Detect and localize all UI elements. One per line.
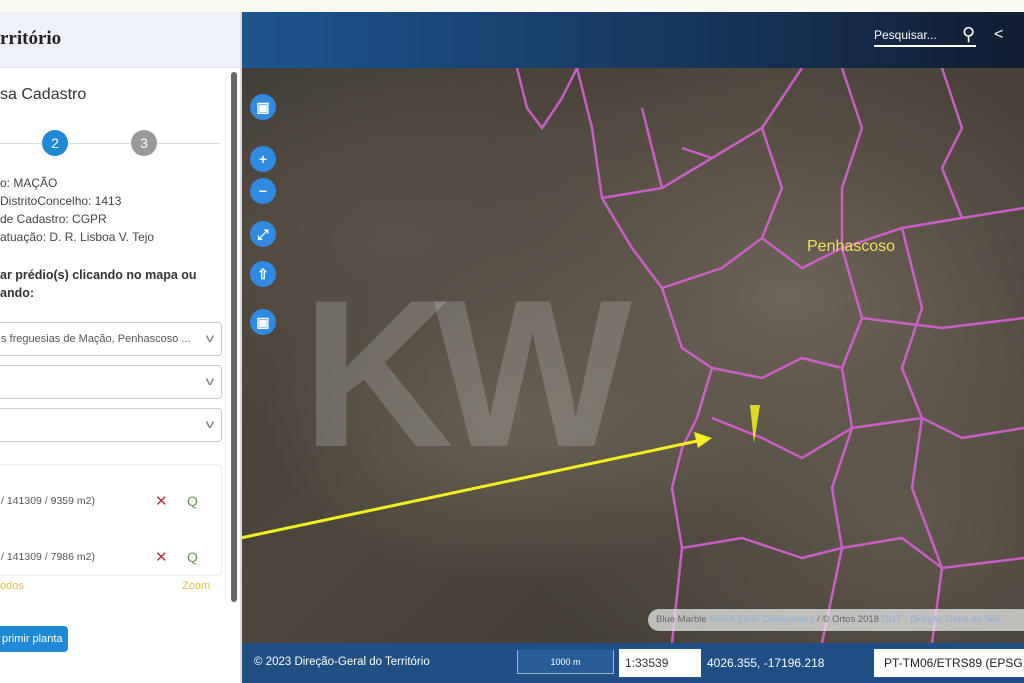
boundary-line	[900, 227, 944, 643]
panel-scrollbar[interactable]	[231, 72, 237, 602]
instruction-line-1: ar prédio(s) clicando no mapa ou	[0, 268, 197, 282]
boundary-line	[711, 356, 843, 380]
zoom-to-icon[interactable]: Q	[187, 493, 198, 509]
boundary-line	[640, 107, 713, 189]
share-icon[interactable]: <	[994, 26, 1003, 44]
boundary-line	[861, 316, 1024, 330]
chevron-down-icon: v	[205, 417, 215, 431]
attribution-link[interactable]: NASA Earth Observatory	[709, 614, 814, 625]
search-icon[interactable]: ⚲	[962, 24, 975, 45]
search-input[interactable]: Pesquisar...	[874, 28, 976, 47]
boundary-line	[681, 536, 1024, 570]
map-footer: © 2023 Direção-Geral do Território 1000 …	[242, 643, 1024, 683]
projection-select[interactable]: PT-TM06/ETRS89 (EPSG:3763)	[874, 649, 1024, 677]
remove-all-link[interactable]: odos	[0, 580, 24, 592]
remove-icon[interactable]: ✕	[155, 492, 168, 510]
cadastro-panel: rritório sa Cadastro 2 3 o: MAÇÃO Distri…	[0, 12, 242, 683]
copyright-text: © 2023 Direção-Geral do Território	[254, 656, 430, 668]
info-distrito-concelho: DistritoConcelho: 1413	[0, 194, 122, 208]
boundary-line	[601, 68, 804, 200]
cursor-coordinates: 4026.355, -17196.218	[707, 656, 825, 670]
instruction-line-2: ando:	[0, 286, 35, 300]
map-attribution: Blue Marble NASA Earth Observatory / © O…	[648, 609, 1024, 631]
attribution-text: Blue Marble	[656, 614, 707, 625]
zoom-in-icon[interactable]: +	[250, 146, 276, 172]
info-concelho: o: MAÇÃO	[0, 176, 58, 190]
zoom-to-icon[interactable]: Q	[187, 549, 198, 565]
stepper-line	[0, 143, 220, 144]
freguesia-select-value: s freguesias de Mação, Penhascoso ...	[1, 333, 191, 345]
upload-icon[interactable]: ⇧	[250, 261, 276, 287]
results-list: / 141309 / 9359 m2) ✕ Q / 141309 / 7986 …	[0, 464, 222, 576]
step-2[interactable]: 2	[42, 130, 68, 156]
secao-select[interactable]: v	[0, 365, 222, 399]
boundary-line	[820, 68, 864, 643]
map-viewer[interactable]: Pesquisar... ⚲ < KW Penhascoso ▣ + − ⤢ ⇧…	[242, 12, 1024, 683]
boundary-line	[515, 68, 579, 131]
zoom-out-icon[interactable]: −	[250, 178, 276, 204]
pointer-arrowhead	[694, 432, 712, 448]
step-3[interactable]: 3	[131, 130, 157, 156]
watermark-logo: KW	[302, 256, 632, 491]
zoom-all-link[interactable]: Zoom	[182, 580, 210, 592]
satellite-imagery[interactable]: KW Penhascoso ▣ + − ⤢ ⇧ ▣	[242, 68, 1024, 643]
chevron-down-icon: v	[205, 374, 215, 388]
section-title: sa Cadastro	[0, 86, 87, 103]
chevron-down-icon: v	[205, 331, 215, 345]
info-cadastro: de Cadastro: CGPR	[0, 212, 107, 226]
panel-header: rritório	[0, 12, 240, 68]
fullscreen-icon[interactable]: ⤢	[250, 221, 276, 247]
scale-ratio-input[interactable]: 1:33539	[619, 649, 701, 677]
panel-header-title: rritório	[0, 28, 62, 49]
browser-top-strip	[0, 0, 1024, 12]
result-item-text: / 141309 / 9359 m2)	[1, 495, 95, 507]
boundary-line	[760, 127, 784, 239]
freguesia-select[interactable]: s freguesias de Mação, Penhascoso ... v	[0, 322, 222, 356]
attribution-text: / © Ortos 2018	[814, 614, 882, 625]
scale-bar: 1000 m	[517, 650, 614, 674]
map-header: Pesquisar... ⚲ <	[242, 12, 1024, 68]
attribution-link[interactable]: DGT - Direção Geral do Terr	[882, 614, 1001, 625]
result-item-text: / 141309 / 7986 m2)	[1, 551, 95, 563]
boundary-line	[711, 416, 1024, 460]
place-label-penhascoso: Penhascoso	[807, 238, 896, 255]
remove-icon[interactable]: ✕	[155, 548, 168, 566]
basemap-icon[interactable]: ▣	[250, 94, 276, 120]
artigo-select[interactable]: v	[0, 408, 222, 442]
info-atuacao: atuação: D. R. Lisboa V. Tejo	[0, 230, 155, 244]
print-plan-button[interactable]: primir planta	[0, 626, 68, 652]
boundary-line	[940, 68, 964, 219]
layers-icon[interactable]: ▣	[250, 309, 276, 335]
